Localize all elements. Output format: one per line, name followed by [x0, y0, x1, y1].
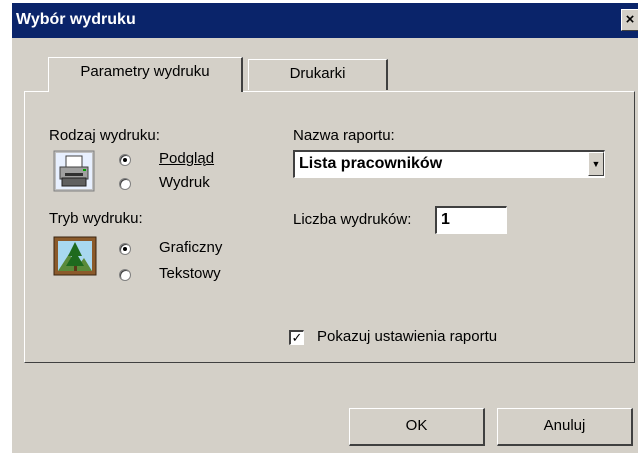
podglad-text: Podgląd — [159, 150, 215, 167]
copies-value: 1 — [441, 211, 450, 228]
copies-label: Liczba wydruków: — [293, 211, 412, 228]
radio-podglad[interactable] — [119, 154, 131, 166]
cancel-button[interactable]: Anuluj — [497, 408, 633, 446]
close-button[interactable]: × — [621, 9, 638, 31]
cancel-label: Anuluj — [543, 417, 586, 434]
radio-graficzny-label[interactable]: Graficzny — [159, 239, 222, 256]
ok-button[interactable]: OK — [349, 408, 485, 446]
report-name-value: Lista pracowników — [299, 155, 443, 172]
radio-podglad-label[interactable]: Podgląd — [159, 150, 214, 167]
radio-tekstowy-label[interactable]: Tekstowy — [159, 265, 221, 282]
tab-label: Drukarki — [289, 65, 346, 82]
report-name-select[interactable]: Lista pracowników ▼ — [293, 150, 605, 178]
wydruk-text: Wydruk — [159, 174, 210, 191]
radio-wydruk-label[interactable]: Wydruk — [159, 174, 210, 191]
radio-graficzny[interactable] — [119, 243, 131, 255]
tekstowy-text: Tekstowy — [159, 265, 221, 282]
copies-input[interactable]: 1 — [435, 206, 507, 234]
dialog-title: Wybór wydruku — [16, 11, 136, 28]
chevron-down-icon: ▼ — [591, 159, 601, 169]
tab-drukarki[interactable]: Drukarki — [248, 59, 388, 90]
report-name-label: Nazwa raportu: — [293, 127, 395, 144]
radio-wydruk[interactable] — [119, 178, 131, 190]
dropdown-button[interactable]: ▼ — [588, 152, 604, 176]
close-icon: × — [625, 11, 635, 28]
tab-label: Parametry wydruku — [80, 63, 210, 80]
print-type-heading: Rodzaj wydruku: — [49, 127, 160, 144]
radio-tekstowy[interactable] — [119, 269, 131, 281]
ok-label: OK — [405, 417, 428, 434]
checkmark-icon: ✓ — [291, 330, 303, 345]
tab-panel: Rodzaj wydruku: Podgląd Wydruk Tryb wydr… — [24, 91, 635, 363]
picture-icon — [53, 236, 97, 276]
show-settings-checkbox[interactable]: ✓ — [289, 330, 304, 345]
print-mode-heading: Tryb wydruku: — [49, 210, 143, 227]
show-settings-label[interactable]: Pokazuj ustawienia raportu — [317, 328, 497, 345]
graficzny-text: Graficzny — [159, 239, 223, 256]
printer-icon — [53, 150, 95, 192]
tab-parametry-wydruku[interactable]: Parametry wydruku — [48, 57, 243, 92]
title-bar[interactable]: Wybór wydruku × — [12, 3, 638, 38]
print-dialog: Wybór wydruku × Parametry wydruku Drukar… — [11, 3, 638, 453]
